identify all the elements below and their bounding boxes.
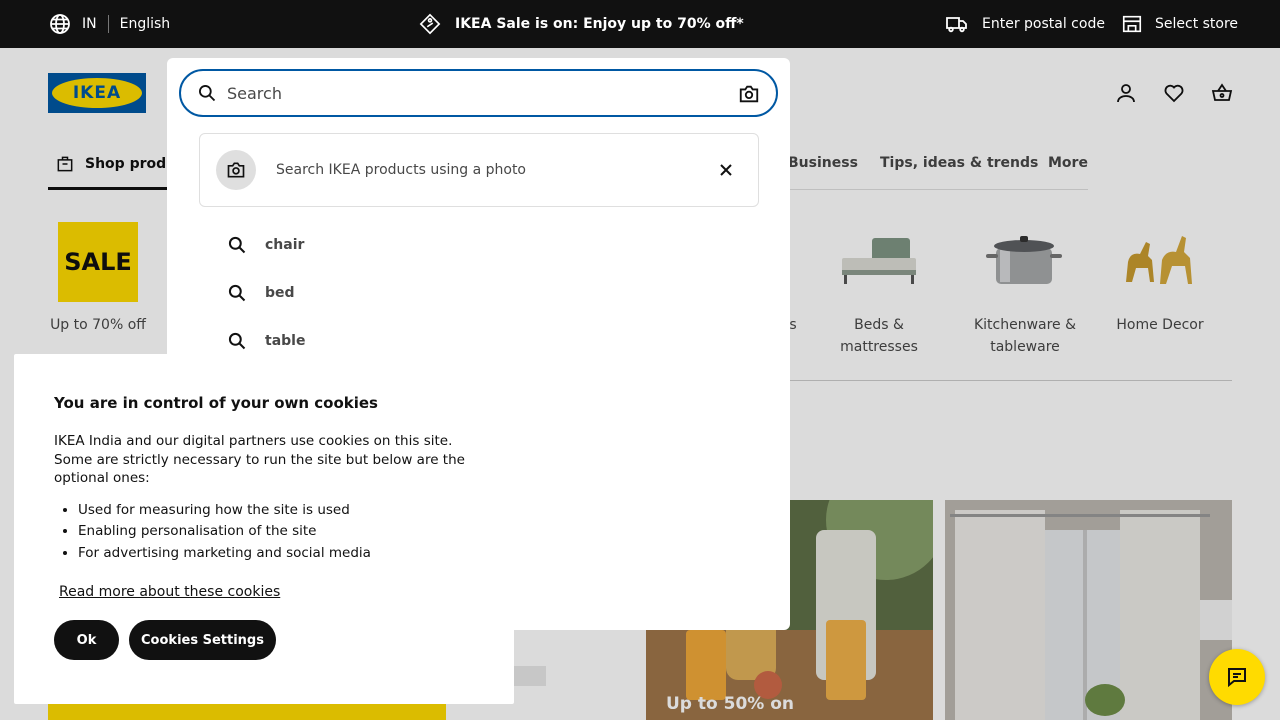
cookie-title: You are in control of your own cookies xyxy=(54,394,378,412)
select-store-button[interactable]: Select store xyxy=(1121,0,1238,48)
postal-code-label: Enter postal code xyxy=(982,16,1105,32)
search-icon xyxy=(228,332,246,350)
cookie-bullet: Enabling personalisation of the site xyxy=(78,521,474,543)
price-tag-icon xyxy=(419,13,441,35)
camera-icon[interactable] xyxy=(738,83,760,105)
suggestion-label: bed xyxy=(265,285,295,301)
cookie-buttons: Ok Cookies Settings xyxy=(54,620,474,660)
search-icon xyxy=(228,236,246,254)
postal-code-button[interactable]: Enter postal code xyxy=(945,0,1105,48)
locale-selector[interactable]: IN English xyxy=(48,0,170,48)
photo-search-text: Search IKEA products using a photo xyxy=(276,162,526,178)
store-icon xyxy=(1122,15,1142,33)
suggestion-item[interactable]: bed xyxy=(227,283,295,303)
cookie-body: IKEA India and our digital partners use … xyxy=(54,433,465,486)
chat-icon xyxy=(1228,668,1246,688)
truck-icon xyxy=(946,17,967,33)
globe-icon xyxy=(50,14,70,34)
search-box[interactable] xyxy=(179,69,778,117)
suggestion-label: chair xyxy=(265,237,305,253)
close-icon[interactable] xyxy=(716,160,736,180)
search-icon xyxy=(199,85,216,102)
photo-search-icon-circle xyxy=(216,150,256,190)
suggestion-label: table xyxy=(265,333,306,349)
cookie-bullet-list: Used for measuring how the site is used … xyxy=(54,500,474,565)
cookie-dialog: You are in control of your own cookies I… xyxy=(14,354,514,704)
suggestion-item[interactable]: chair xyxy=(227,235,304,255)
chat-button[interactable] xyxy=(1209,649,1265,705)
cookie-settings-button[interactable]: Cookies Settings xyxy=(129,620,276,660)
camera-icon xyxy=(227,162,245,178)
search-input[interactable] xyxy=(227,83,707,103)
cookie-read-more-link[interactable]: Read more about these cookies xyxy=(59,584,280,600)
locale-separator xyxy=(107,15,109,33)
photo-search-card[interactable]: Search IKEA products using a photo xyxy=(199,133,759,207)
cookie-ok-button[interactable]: Ok xyxy=(54,620,119,660)
country-code: IN xyxy=(82,16,97,32)
suggestion-item[interactable]: table xyxy=(227,331,305,351)
top-bar: IN English IKEA Sale is on: Enjoy up to … xyxy=(0,0,1280,48)
select-store-label: Select store xyxy=(1155,16,1239,32)
cookie-bullet: Used for measuring how the site is used xyxy=(78,500,474,522)
cookie-bullet: For advertising marketing and social med… xyxy=(78,543,474,565)
promo-text: IKEA Sale is on: Enjoy up to 70% off* xyxy=(455,16,744,32)
language-label: English xyxy=(119,16,171,32)
search-icon xyxy=(228,284,246,302)
promo-banner[interactable]: IKEA Sale is on: Enjoy up to 70% off* xyxy=(419,0,744,48)
